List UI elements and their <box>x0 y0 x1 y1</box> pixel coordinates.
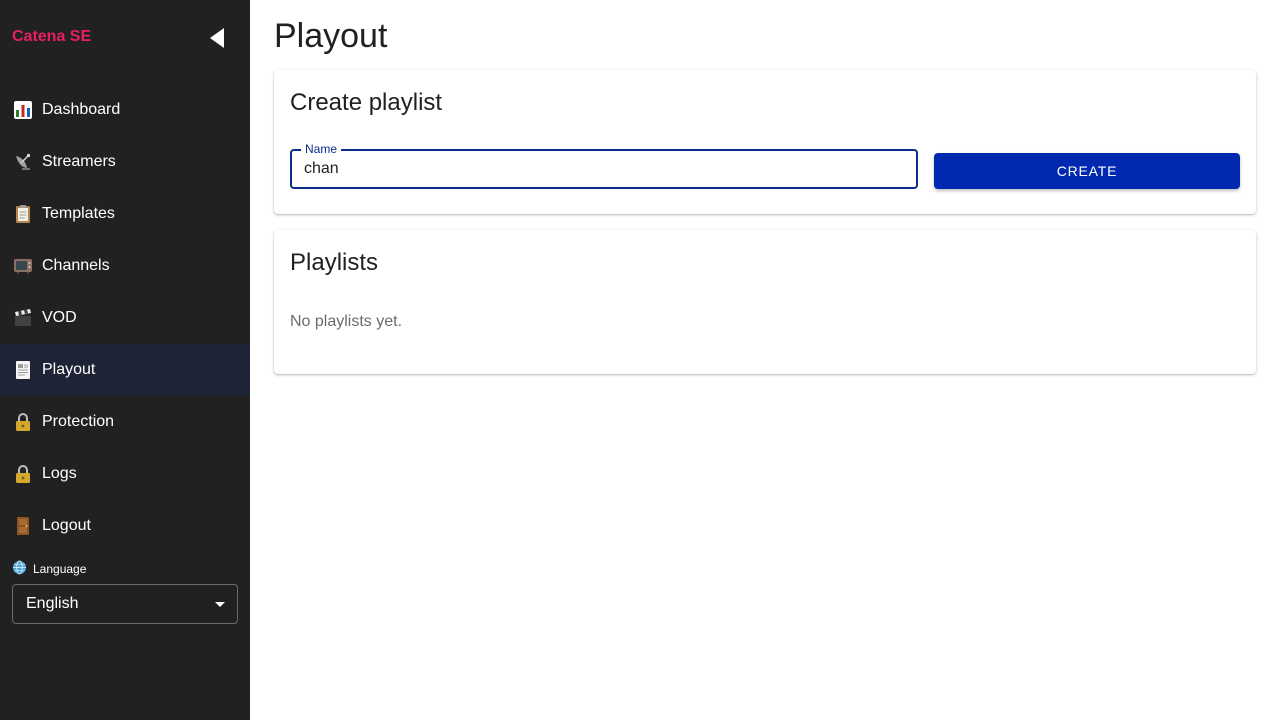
language-select[interactable]: English <box>12 584 238 624</box>
door-icon <box>12 515 34 537</box>
sidebar-item-protection[interactable]: Protection <box>0 396 250 448</box>
sidebar-item-label: Logout <box>42 517 91 534</box>
name-field: Name <box>290 142 918 189</box>
create-playlist-card: Create playlist Name CREATE <box>274 70 1256 214</box>
page-title: Playout <box>274 17 388 55</box>
caret-down-icon <box>215 602 225 607</box>
sidebar-item-label: VOD <box>42 309 77 326</box>
sidebar-item-logout[interactable]: Logout <box>0 500 250 552</box>
language-select-value: English <box>26 595 79 612</box>
sidebar-item-label: Protection <box>42 413 115 430</box>
name-input[interactable] <box>304 151 904 187</box>
sidebar-item-channels[interactable]: Channels <box>0 240 250 292</box>
sidebar-item-label: Streamers <box>42 153 116 170</box>
sidebar: Catena SE Dashboard Streamers Templates … <box>0 0 250 720</box>
language-label: Language <box>12 560 86 578</box>
lock-icon <box>12 411 34 433</box>
create-playlist-title: Create playlist <box>290 89 443 116</box>
empty-state-text: No playlists yet. <box>290 313 403 330</box>
sidebar-item-playout[interactable]: Playout <box>0 344 250 396</box>
sidebar-nav: Dashboard Streamers Templates Channels V… <box>0 84 250 552</box>
sidebar-item-streamers[interactable]: Streamers <box>0 136 250 188</box>
sidebar-item-logs[interactable]: Logs <box>0 448 250 500</box>
sidebar-item-dashboard[interactable]: Dashboard <box>0 84 250 136</box>
sidebar-item-label: Logs <box>42 465 77 482</box>
sidebar-item-vod[interactable]: VOD <box>0 292 250 344</box>
language-label-text: Language <box>33 562 87 576</box>
bar-chart-icon <box>12 99 34 121</box>
main-content: Playout Create playlist Name CREATE Play… <box>250 0 1280 720</box>
sidebar-item-label: Templates <box>42 205 115 222</box>
clapperboard-icon <box>12 307 34 329</box>
brand-title: Catena SE <box>12 28 92 45</box>
sidebar-item-label: Dashboard <box>42 101 121 118</box>
playlists-title: Playlists <box>290 249 379 276</box>
create-button[interactable]: CREATE <box>934 153 1240 189</box>
clipboard-icon <box>12 203 34 225</box>
television-icon <box>12 255 34 277</box>
satellite-dish-icon <box>12 151 34 173</box>
sidebar-item-label: Playout <box>42 361 96 378</box>
document-icon <box>12 359 34 381</box>
lock-icon <box>12 463 34 485</box>
globe-icon <box>12 560 27 578</box>
sidebar-item-templates[interactable]: Templates <box>0 188 250 240</box>
playlists-card: Playlists No playlists yet. <box>274 230 1256 374</box>
sidebar-header: Catena SE <box>0 0 250 76</box>
collapse-sidebar-icon[interactable] <box>206 26 230 50</box>
sidebar-item-label: Channels <box>42 257 110 274</box>
